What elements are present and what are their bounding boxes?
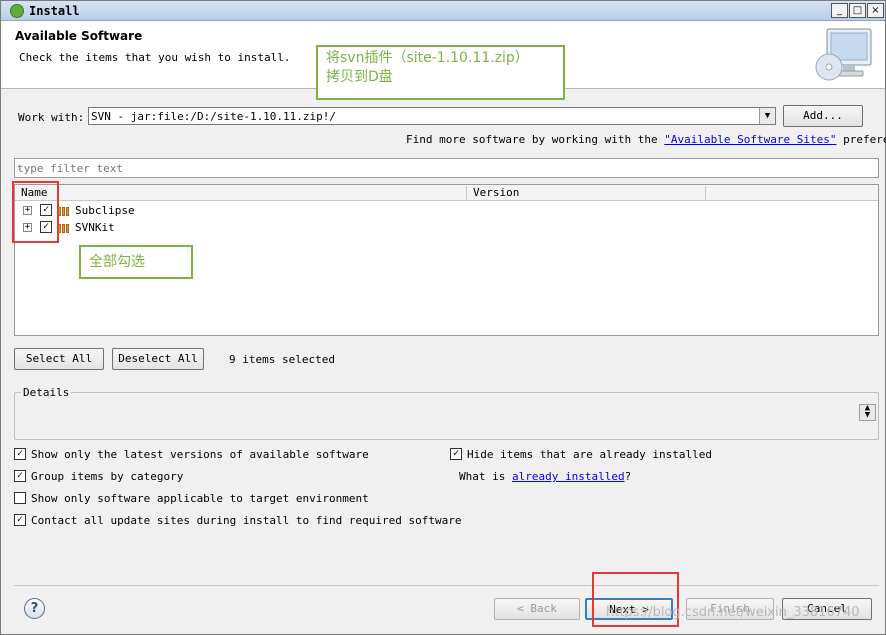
package-icon [58, 206, 72, 216]
work-with-label: Work with: [18, 111, 85, 124]
deselect-all-button[interactable]: Deselect All [112, 348, 204, 370]
available-software-sites-link[interactable]: "Available Software Sites" [664, 133, 836, 146]
checkbox-contact-sites[interactable]: ✓ [14, 514, 26, 526]
column-name[interactable]: Name [15, 186, 467, 201]
work-with-value: SVN - jar:file:/D:/site-1.10.11.zip!/ [91, 110, 337, 123]
details-scroll-icon[interactable]: ▲ ▼ [859, 404, 876, 421]
page-description: Check the items that you wish to install… [19, 51, 291, 64]
find-more-suffix: preferences. [843, 133, 886, 146]
details-label: Details [21, 386, 72, 399]
annotation-select-all: 全部勾选 [79, 245, 193, 279]
option-group-by-category-label: Group items by category [31, 470, 184, 483]
add-site-button[interactable]: Add... [783, 105, 863, 127]
close-button[interactable]: × [867, 3, 884, 18]
page-title: Available Software [15, 29, 143, 43]
select-all-button[interactable]: Select All [14, 348, 104, 370]
column-version[interactable]: Version [467, 186, 706, 201]
annotation-copy-to-d: 将svn插件（site-1.10.11.zip） 拷贝到D盘 [316, 45, 565, 100]
option-latest-versions-label: Show only the latest versions of availab… [31, 448, 369, 461]
annotation-line-1: 将svn插件（site-1.10.11.zip） [326, 50, 529, 66]
option-contact-sites-label: Contact all update sites during install … [31, 514, 462, 527]
tree-row-svnkit[interactable]: + ✓ SVNKit [15, 219, 878, 236]
help-icon[interactable]: ? [24, 598, 45, 619]
selection-status: 9 items selected [229, 353, 335, 366]
window-title: Install [29, 4, 80, 18]
checkbox-group-by-category[interactable]: ✓ [14, 470, 26, 482]
find-more-prefix: Find more software by working with the [406, 133, 665, 146]
title-bar: Install _ □ × [1, 1, 885, 21]
highlight-checkboxes [12, 181, 59, 243]
annotation-line-2: 拷贝到D盘 [326, 69, 393, 85]
row-label-subclipse: Subclipse [75, 204, 135, 217]
minimize-button[interactable]: _ [831, 3, 848, 18]
work-with-combo[interactable]: SVN - jar:file:/D:/site-1.10.11.zip!/ ▼ [88, 107, 776, 125]
watermark: https://blog.csdn.net/weixin_33816740 [606, 605, 860, 620]
find-more-text: Find more software by working with the "… [406, 133, 886, 146]
filter-field[interactable] [14, 158, 879, 178]
row-label-svnkit: SVNKit [75, 221, 115, 234]
option-applicable-only-label: Show only software applicable to target … [31, 492, 369, 505]
tree-header: Name Version [15, 185, 878, 201]
install-monitor-icon [815, 28, 872, 81]
option-hide-installed-label: Hide items that are already installed [467, 448, 713, 461]
footer-separator [14, 585, 879, 586]
checkbox-latest-versions[interactable]: ✓ [14, 448, 26, 460]
filter-input[interactable] [15, 159, 878, 177]
checkbox-applicable-only[interactable] [14, 492, 26, 504]
what-is-installed: What is already installed? [459, 470, 631, 483]
what-is-prefix: What is [459, 470, 512, 483]
install-dialog: Install _ □ × Available Software Check t… [0, 0, 886, 635]
package-icon [58, 223, 72, 233]
what-is-suffix: ? [624, 470, 632, 483]
tree-row-subclipse[interactable]: + ✓ Subclipse [15, 202, 878, 219]
already-installed-link[interactable]: already installed [512, 470, 625, 483]
back-button[interactable]: < Back [494, 598, 580, 620]
chevron-down-icon[interactable]: ▼ [759, 108, 775, 124]
details-group: Details [14, 386, 879, 440]
checkbox-hide-installed[interactable]: ✓ [450, 448, 462, 460]
maximize-button[interactable]: □ [849, 3, 866, 18]
eclipse-icon [10, 4, 24, 18]
